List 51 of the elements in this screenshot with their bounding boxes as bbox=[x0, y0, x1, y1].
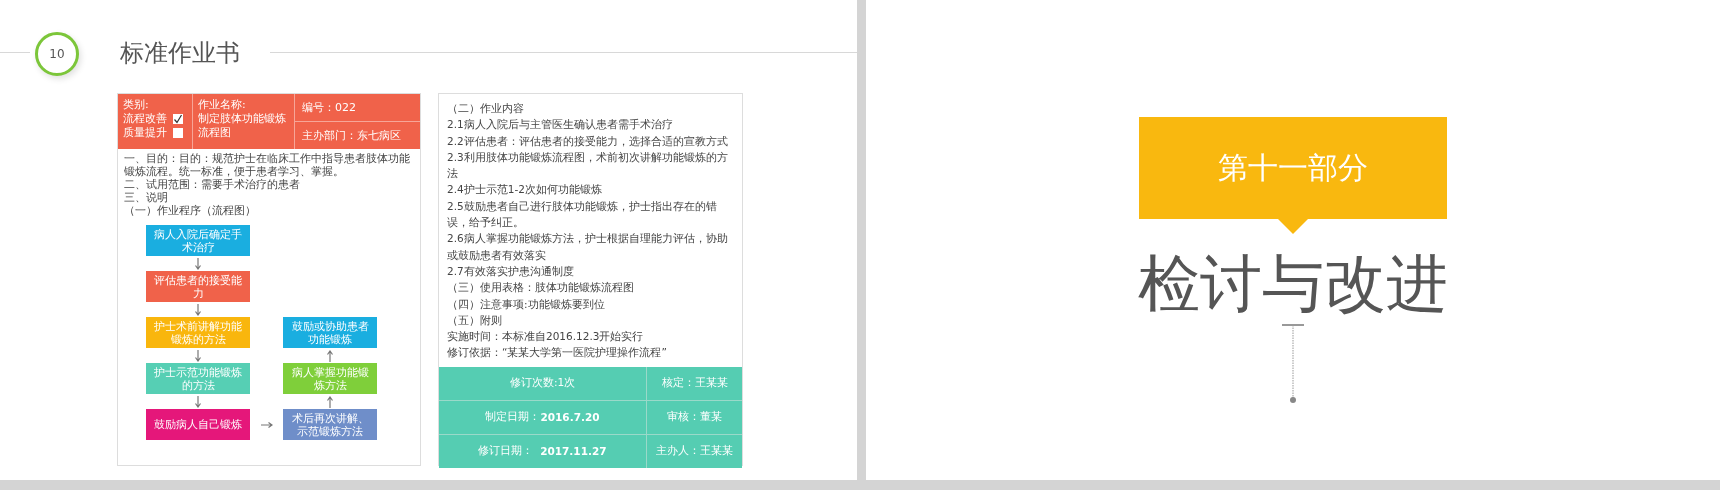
content-text: 2.3利用肢体功能锻炼流程图，术前初次讲解功能锻炼的方法 bbox=[447, 149, 729, 182]
flow-node: 病人入院后确定手术治疗 bbox=[146, 225, 250, 256]
slide-title: 标准作业书 bbox=[120, 38, 240, 69]
table-cell: 修订日期： 2017.11.27 bbox=[439, 434, 647, 468]
category-option: 质量提升 bbox=[123, 126, 167, 140]
content-text: （二）作业内容 bbox=[447, 101, 525, 116]
table-cell: 制定日期：2016.7.20 bbox=[439, 400, 647, 434]
content-text: 2.4护士示范1-2次如何功能锻炼 bbox=[447, 182, 603, 198]
intro-text: 三、说明 bbox=[124, 191, 169, 204]
flow-node: 护士术前讲解功能锻炼的方法 bbox=[146, 317, 250, 348]
intro-text: 二、试用范围：需要手术治疗的患者 bbox=[124, 178, 301, 191]
category-option: 流程改善 bbox=[123, 112, 167, 126]
down-arrow-icon bbox=[195, 395, 201, 408]
flow-node: 鼓励或协助患者功能锻炼 bbox=[283, 317, 377, 348]
down-arrow-icon bbox=[195, 303, 201, 316]
content-text: （四）注意事项:功能锻炼要到位 bbox=[447, 296, 606, 312]
flow-node: 病人掌握功能锻炼方法 bbox=[283, 363, 377, 394]
flow-node: 鼓励病人自己锻炼 bbox=[146, 409, 250, 440]
category-label: 类别: bbox=[123, 98, 150, 112]
table-cell-text: 核定：王某某 bbox=[660, 375, 729, 391]
checkbox[interactable] bbox=[173, 128, 183, 138]
content-text: 2.6病人掌握功能锻炼方法，护士根据自理能力评估，协助或鼓励患者有效落实 bbox=[447, 231, 729, 263]
section-title: 检讨与改进 bbox=[1138, 246, 1448, 322]
number-text: 编号：022 bbox=[302, 100, 356, 115]
table-cell-text: 审核：董某 bbox=[666, 409, 723, 425]
checkbox[interactable] bbox=[173, 114, 183, 124]
content-text: （三）使用表格：肢体功能锻炼流程图 bbox=[447, 280, 635, 296]
intro-text: 一、目的：目的：规范护士在临床工作中指导患者肢体功能锻炼流程。统一标准，便于患者学习、掌握。 bbox=[124, 152, 411, 178]
content-text: 2.7有效落实护患沟通制度 bbox=[447, 263, 575, 279]
flow-node: 术后再次讲解、示范锻炼方法 bbox=[283, 409, 377, 440]
content-text: 实施时间：本标准自2016.12.3开始实行 bbox=[447, 329, 645, 345]
name-value: 制定肢体功能锻炼流程图 bbox=[198, 112, 287, 140]
down-arrow-icon bbox=[195, 349, 201, 362]
table-cell-text: 主办人：王某某 bbox=[655, 443, 734, 459]
content-text: 2.2评估患者：评估患者的接受能力，选择合适的宣教方式 bbox=[447, 133, 729, 149]
content-text: 2.5鼓励患者自己进行肢体功能锻炼，护士指出存在的错误，给予纠正。 bbox=[447, 198, 718, 231]
up-arrow-icon bbox=[327, 395, 333, 408]
down-arrow-icon bbox=[195, 257, 201, 270]
page-number: 10 bbox=[35, 32, 79, 76]
right-arrow-icon bbox=[260, 421, 273, 428]
intro-text: （一）作业程序（流程图） bbox=[124, 204, 257, 217]
section-label: 第十一部分 bbox=[1218, 148, 1368, 187]
flow-node: 评估患者的接受能力 bbox=[146, 271, 250, 302]
up-arrow-icon bbox=[327, 349, 333, 362]
name-label: 作业名称: bbox=[198, 98, 247, 112]
content-text: （五）附则 bbox=[447, 312, 503, 328]
table-cell: 修订次数:1次 bbox=[439, 366, 647, 400]
flow-node: 护士示范功能锻炼的方法 bbox=[146, 363, 250, 394]
department-text: 主办部门：东七病区 bbox=[302, 128, 401, 143]
content-text: 2.1病人入院后与主管医生确认患者需手术治疗 bbox=[447, 117, 674, 133]
content-text: 修订依据：“某某大学第一医院护理操作流程” bbox=[447, 345, 668, 361]
